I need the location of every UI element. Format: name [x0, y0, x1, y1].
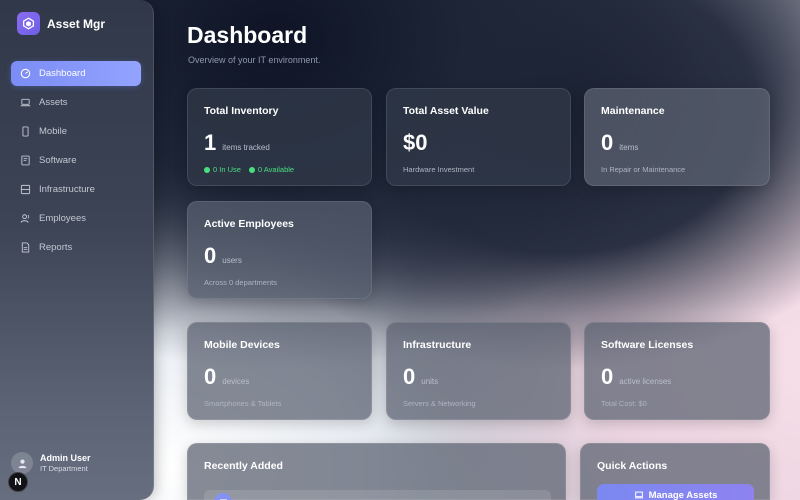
document-icon	[20, 242, 31, 253]
sidebar-item-label: Infrastructure	[39, 184, 95, 195]
sidebar-item-employees[interactable]: Employees	[11, 206, 141, 231]
card-total-asset-value[interactable]: Total Asset Value $0 Hardware Investment	[386, 88, 571, 186]
user-department: IT Department	[40, 464, 88, 473]
card-maintenance[interactable]: Maintenance 0 items In Repair or Mainten…	[584, 88, 770, 186]
app-name: Asset Mgr	[47, 16, 106, 31]
page-title: Dashboard	[187, 22, 308, 48]
metric-value: 0	[403, 364, 416, 389]
mobile-icon	[20, 126, 31, 137]
sidebar-item-label: Dashboard	[39, 68, 86, 79]
sidebar-item-software[interactable]: Software	[11, 148, 141, 173]
metric-value: 0	[204, 364, 217, 389]
metric-unit: active licenses	[619, 377, 672, 386]
card-software-licenses[interactable]: Software Licenses 0 active licenses Tota…	[584, 322, 770, 420]
card-description: Hardware Investment	[403, 165, 475, 174]
card-infrastructure[interactable]: Infrastructure 0 units Servers & Network…	[386, 322, 571, 420]
card-title: Software Licenses	[601, 339, 694, 351]
laptop-icon	[214, 493, 232, 500]
card-title: Maintenance	[601, 105, 665, 117]
card-title: Total Inventory	[204, 105, 279, 117]
card-description: Total Cost: $0	[601, 399, 647, 408]
card-title: Infrastructure	[403, 339, 472, 351]
metric-value: 0	[601, 364, 614, 389]
sidebar-item-mobile[interactable]: Mobile	[11, 119, 141, 144]
metric-unit: items tracked	[222, 143, 270, 152]
card-recently-added: Recently Added	[187, 443, 566, 500]
sidebar-item-assets[interactable]: Assets	[11, 90, 141, 115]
sidebar: Asset Mgr Dashboard Assets Mobile Softwa…	[0, 0, 154, 500]
brand[interactable]: Asset Mgr	[17, 12, 105, 35]
status-available: 0 Available	[248, 165, 294, 174]
manage-assets-label: Manage Assets	[648, 489, 718, 500]
card-mobile-devices[interactable]: Mobile Devices 0 devices Smartphones & T…	[187, 322, 372, 420]
laptop-icon	[634, 491, 643, 499]
users-icon	[20, 213, 31, 224]
metric-value: 1	[204, 130, 217, 155]
metric-value: $0	[403, 130, 428, 155]
metric-value: 0	[204, 243, 217, 268]
dashboard-icon	[20, 68, 31, 79]
card-title: Mobile Devices	[204, 339, 280, 351]
status-in-use: 0 In Use	[204, 165, 241, 174]
card-active-employees[interactable]: Active Employees 0 users Across 0 depart…	[187, 201, 372, 299]
avatar	[11, 452, 33, 474]
user-icon	[18, 459, 26, 468]
card-title: Active Employees	[204, 218, 294, 230]
user-profile[interactable]: Admin User IT Department	[11, 452, 91, 474]
metric-unit: units	[421, 377, 439, 386]
server-icon	[20, 184, 31, 195]
n-logo-badge[interactable]: N	[8, 472, 28, 492]
card-title: Quick Actions	[597, 460, 668, 472]
sidebar-item-reports[interactable]: Reports	[11, 235, 141, 260]
card-description: Smartphones & Tablets	[204, 399, 282, 408]
card-title: Recently Added	[204, 460, 283, 472]
list-item[interactable]	[204, 490, 551, 500]
metric-unit: devices	[222, 377, 250, 386]
metric-unit: items	[619, 143, 639, 152]
card-description: In Repair or Maintenance	[601, 165, 686, 174]
status-dot	[248, 166, 255, 173]
sidebar-item-label: Employees	[39, 213, 86, 224]
sidebar-item-label: Mobile	[39, 126, 67, 137]
sidebar-item-label: Reports	[39, 242, 73, 253]
card-total-inventory[interactable]: Total Inventory 1 items tracked 0 In Use…	[187, 88, 372, 186]
sidebar-item-label: Software	[39, 155, 77, 166]
metric-value: 0	[601, 130, 614, 155]
sidebar-nav: Dashboard Assets Mobile Software Infrast…	[11, 61, 141, 264]
status-dot	[204, 166, 210, 173]
sidebar-item-label: Assets	[39, 97, 68, 108]
card-description: Across 0 departments	[204, 278, 277, 287]
metric-unit: users	[222, 256, 242, 265]
user-name: Admin User	[40, 453, 91, 463]
sidebar-item-dashboard[interactable]: Dashboard	[11, 61, 141, 86]
sidebar-item-infrastructure[interactable]: Infrastructure	[11, 177, 141, 202]
card-quick-actions: Quick Actions Manage Assets	[580, 443, 770, 500]
card-title: Total Asset Value	[403, 105, 489, 117]
manage-assets-button[interactable]: Manage Assets	[597, 484, 754, 500]
app-logo-icon	[17, 12, 40, 35]
card-description: Servers & Networking	[403, 399, 476, 408]
laptop-icon	[20, 97, 31, 108]
page-subtitle: Overview of your IT environment.	[188, 55, 321, 65]
software-icon	[20, 155, 31, 166]
